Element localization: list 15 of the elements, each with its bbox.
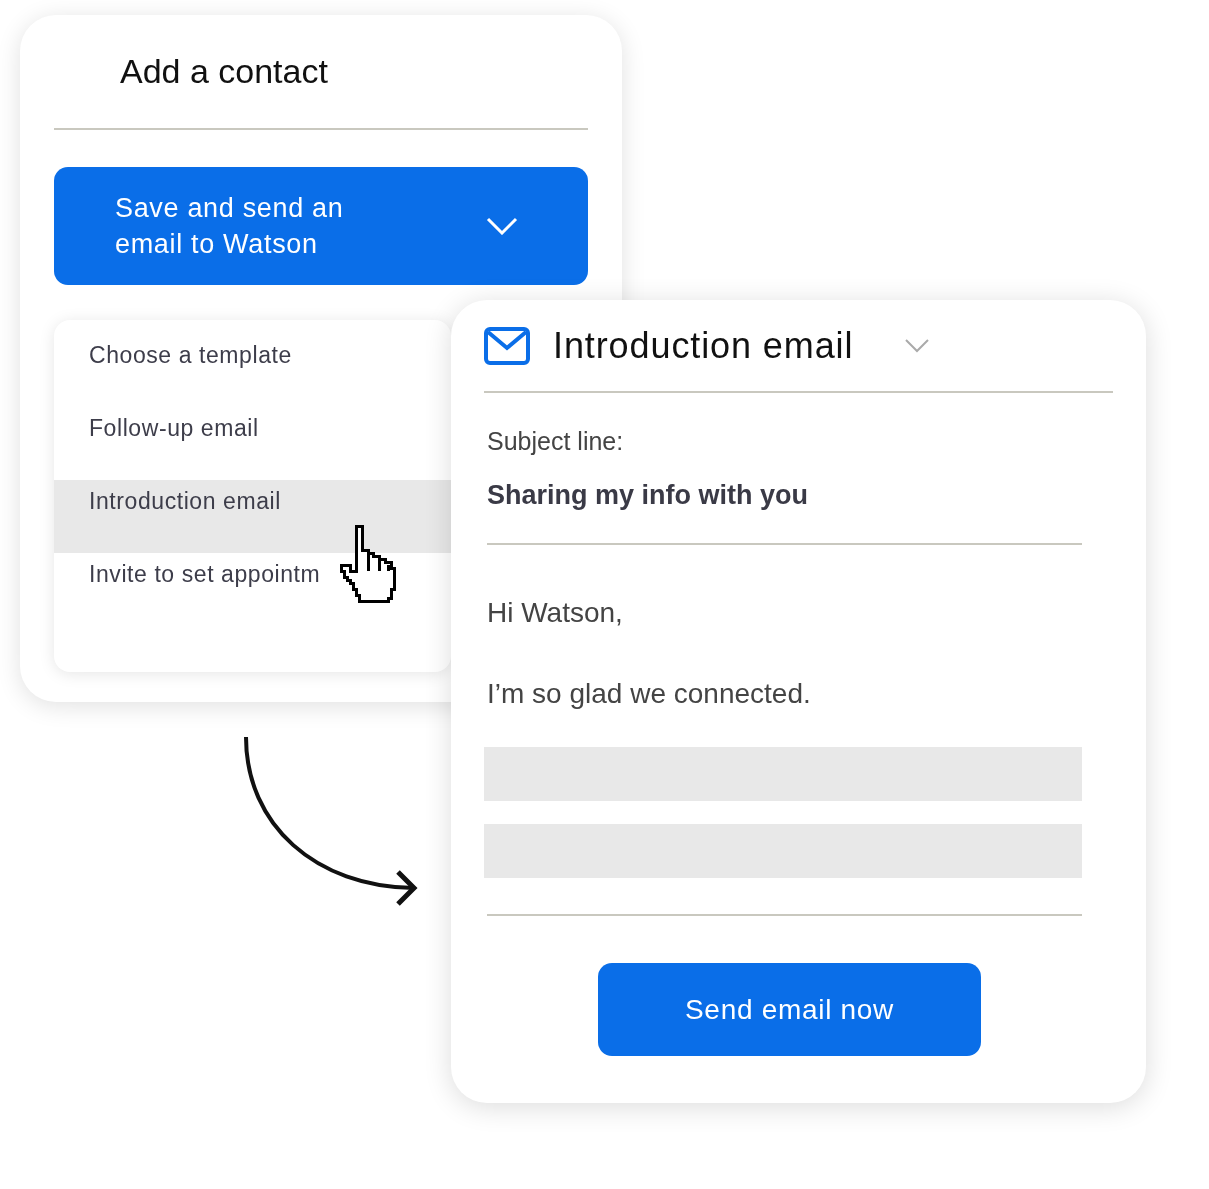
subject-text: Sharing my info with you: [487, 478, 809, 512]
template-dropdown[interactable]: Introduction email: [553, 318, 930, 373]
send-email-button[interactable]: Send email now: [598, 963, 981, 1056]
template-option[interactable]: Choose a template: [54, 334, 451, 407]
template-option[interactable]: Introduction email: [54, 480, 451, 553]
email-body-text: Hi Watson,: [487, 596, 624, 630]
email-body-text: I’m so glad we connected.: [487, 677, 812, 711]
chevron-down-icon: [905, 338, 930, 353]
chevron-down-icon: [486, 217, 518, 235]
subject-label: Subject line:: [487, 426, 625, 457]
envelope-icon: [484, 326, 530, 365]
template-option[interactable]: Invite to set appointm: [54, 553, 451, 626]
card-title: Add a contact: [120, 51, 328, 92]
template-option[interactable]: Follow-up email: [54, 407, 451, 480]
save-and-send-button[interactable]: Save and send an email to Watson: [54, 167, 588, 285]
